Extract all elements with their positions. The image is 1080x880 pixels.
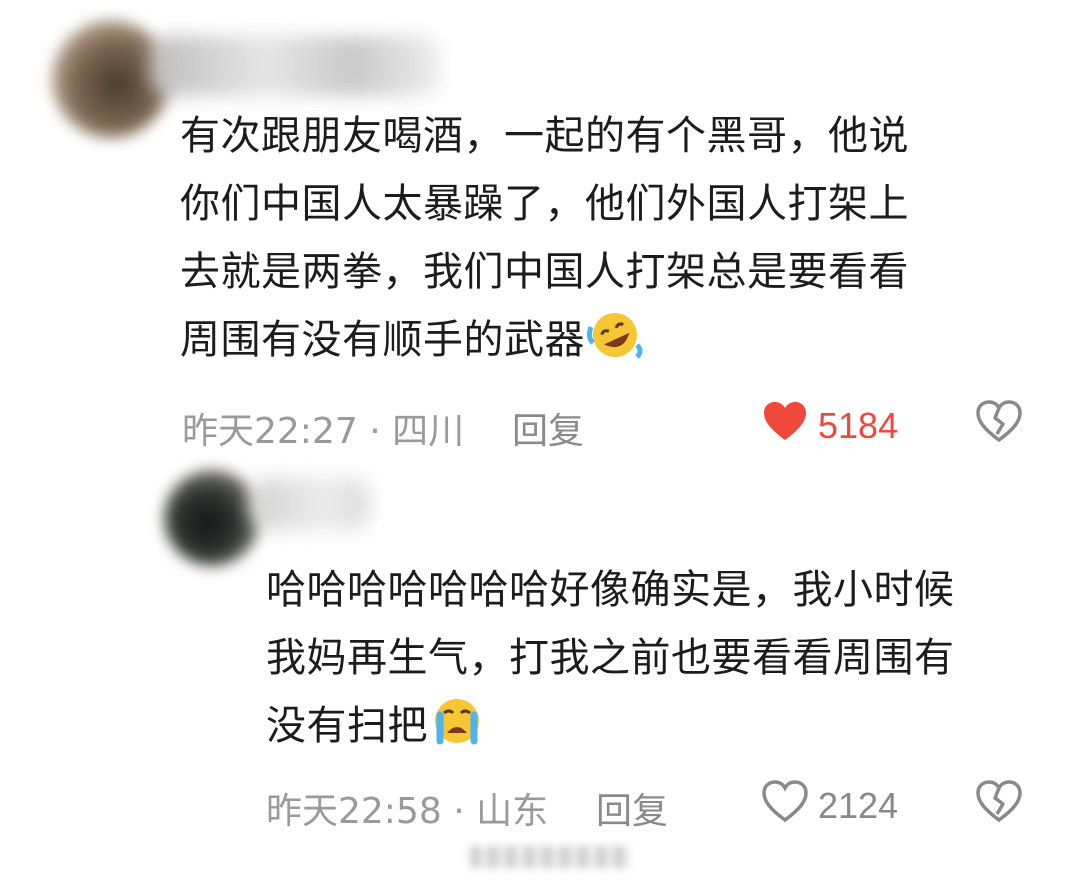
dislike-button[interactable] [976,780,1022,826]
watermark-blurred [470,846,630,868]
comment-line: 没有扫把 [266,703,428,749]
comment-line: 周围有没有顺手的武器 [180,317,585,363]
comment-body: 有次跟朋友喝酒，一起的有个黑哥，他说 你们中国人太暴躁了，他们外国人打架上 去就… [180,102,909,382]
comment-line: 有次跟朋友喝酒，一起的有个黑哥，他说 [180,113,909,159]
comment-line: 去就是两拳，我们中国人打架总是要看看 [180,249,909,295]
broken-heart-icon [976,400,1022,446]
reply-button[interactable]: 回复 [596,782,668,834]
heart-filled-icon [762,400,808,451]
username-blurred[interactable] [250,478,370,530]
comment-last-line: 周围有没有顺手的武器 [180,306,909,382]
comment-body: 哈哈哈哈哈哈哈好像确实是，我小时候 我妈再生气，打我之前也要看看周围有 没有扫把 [266,556,955,768]
comment-time-location: 昨天22:27 · 四川 [182,411,465,452]
heart-outline-icon [762,780,808,831]
avatar[interactable] [164,470,260,566]
reply-button[interactable]: 回复 [512,402,584,454]
like-button[interactable]: 2124 [762,780,898,831]
broken-heart-icon [976,780,1022,826]
loudly-crying-emoji [430,695,484,768]
like-count: 2124 [818,784,899,826]
comment-line: 你们中国人太暴躁了，他们外国人打架上 [180,181,909,227]
username-blurred[interactable] [150,36,440,96]
comment-time-location: 昨天22:58 · 山东 [266,791,549,832]
dislike-button[interactable] [976,400,1022,446]
like-button[interactable]: 5184 [762,400,898,451]
comment-line: 我妈再生气，打我之前也要看看周围有 [266,635,955,681]
like-count: 5184 [818,404,899,446]
rolling-on-floor-laughing-emoji [586,309,643,382]
comment-line: 哈哈哈哈哈哈哈好像确实是，我小时候 [266,567,955,613]
comment-last-line: 没有扫把 [266,692,955,768]
